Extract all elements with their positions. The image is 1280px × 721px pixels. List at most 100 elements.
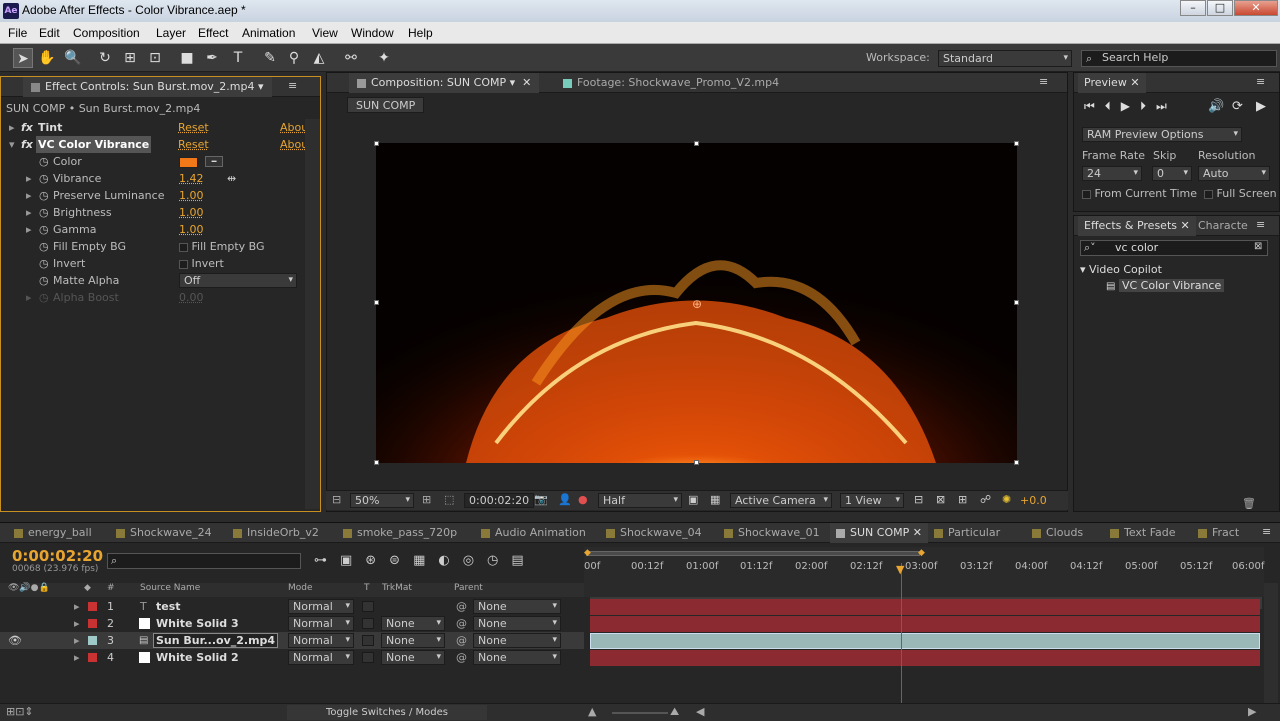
clone-stamp-tool-icon[interactable]: ⚲ [284, 48, 304, 68]
stopwatch-icon[interactable]: ◷ [39, 187, 49, 204]
invert-checkbox[interactable] [179, 259, 188, 269]
render-icon[interactable]: ⊠ [936, 493, 945, 506]
audio-icon[interactable]: 🔊 [1208, 99, 1224, 114]
fx-icon[interactable]: fx [21, 119, 33, 136]
toggle-pixel-icon[interactable]: ⊟ [914, 493, 923, 506]
layer-duration-bar[interactable] [590, 616, 1260, 632]
timeline-switch-icons[interactable]: ⊶▣⊛⊜▦◐◎◷▤ [314, 553, 537, 568]
matte-alpha-dropdown[interactable]: Off [179, 273, 297, 288]
effects-presets-tab[interactable]: Effects & Presets ✕ [1078, 216, 1196, 236]
transform-handle[interactable] [1014, 460, 1019, 465]
search-help-input[interactable]: Search Help [1081, 50, 1277, 67]
expand-icon[interactable]: ▸ [26, 204, 32, 221]
preserve-transparency-toggle[interactable] [362, 652, 374, 663]
resolution-dropdown[interactable]: Half [598, 493, 682, 508]
panel-menu-icon[interactable]: ≡ [1262, 525, 1271, 538]
comp-breadcrumb-button[interactable]: SUN COMP [347, 97, 425, 113]
channel-icon[interactable]: ● [578, 493, 588, 506]
exposure-icon[interactable]: ✺ [1002, 493, 1011, 506]
scroll-right-icon[interactable]: ▶ [1248, 705, 1256, 718]
clear-search-icon[interactable]: ⊠ [1254, 241, 1262, 252]
trkmat-dropdown[interactable]: None [381, 633, 445, 648]
zoom-in-icon[interactable]: ⛰ [670, 705, 679, 719]
puppet-tool-icon[interactable]: ✦ [374, 48, 394, 68]
timeline-icon[interactable]: ⊞ [958, 493, 967, 506]
pan-behind-tool-icon[interactable]: ⊡ [145, 48, 165, 68]
reset-link[interactable]: Reset [178, 119, 209, 136]
transform-handle[interactable] [1014, 300, 1019, 305]
roi-icon[interactable]: ⬚ [444, 493, 454, 506]
from-current-time-checkbox[interactable] [1082, 189, 1091, 199]
always-preview-icon[interactable]: ⊟ [332, 493, 341, 506]
timeline-current-time[interactable]: 0:00:02:20 [12, 547, 103, 565]
panel-menu-icon[interactable]: ≡ [288, 79, 297, 92]
stopwatch-icon[interactable]: ◷ [39, 272, 49, 289]
current-time-display[interactable]: 0:00:02:20 [464, 493, 535, 508]
preserve-transparency-toggle[interactable] [362, 601, 374, 612]
toggle-switches-modes-button[interactable]: Toggle Switches / Modes [287, 705, 487, 720]
col-source-name[interactable]: Source Name [140, 583, 200, 593]
scroll-left-icon[interactable]: ◀ [696, 705, 704, 718]
minimize-button[interactable]: – [1180, 0, 1206, 16]
frame-rate-dropdown[interactable]: 24 [1082, 166, 1142, 181]
menu-file[interactable]: File [8, 26, 27, 40]
expand-icon[interactable]: ▸ [26, 170, 32, 187]
eyedropper-icon[interactable]: ━ [205, 156, 223, 167]
fill-empty-bg-checkbox[interactable] [179, 242, 188, 252]
stopwatch-icon[interactable]: ◷ [39, 204, 49, 221]
timeline-tab[interactable]: smoke_pass_720p [343, 523, 457, 543]
tree-item-vc-color-vibrance[interactable]: ▤ VC Color Vibrance [1106, 279, 1225, 292]
timeline-tab[interactable]: Fract [1198, 523, 1239, 543]
expand-icon[interactable]: ▸ [74, 615, 80, 632]
timeline-tab[interactable]: Shockwave_01 [724, 523, 820, 543]
panel-menu-icon[interactable]: ≡ [1256, 218, 1265, 231]
label-color[interactable] [88, 619, 97, 628]
timeline-search-input[interactable] [107, 553, 301, 569]
parent-dropdown[interactable]: None [473, 650, 561, 665]
timeline-tab[interactable]: Clouds [1032, 523, 1083, 543]
zoom-out-icon[interactable]: ▲ [588, 705, 596, 718]
layer-row-selected[interactable]: 👁 ▸ 3 ▤ Sun Bur...ov_2.mp4 Normal None @… [0, 632, 584, 649]
composition-tab[interactable]: Composition: SUN COMP ▾ ✕ [349, 73, 540, 93]
timeline-tab[interactable]: Text Fade [1110, 523, 1176, 543]
parent-dropdown[interactable]: None [473, 616, 561, 631]
ram-preview-icon[interactable]: ▶ [1256, 99, 1266, 114]
stopwatch-icon[interactable]: ◷ [39, 221, 49, 238]
gamma-value[interactable]: 1.00 [179, 221, 204, 238]
collapse-icon[interactable]: ▾ [9, 136, 15, 153]
fast-preview-icon[interactable]: ▣ [688, 493, 698, 506]
layer-row[interactable]: ▸ 1 T test Normal @ None [0, 598, 584, 615]
layer-duration-bar[interactable] [590, 599, 1260, 615]
alpha-boost-value[interactable]: 0.00 [179, 289, 204, 306]
rectangle-tool-icon[interactable]: ■ [177, 48, 197, 68]
show-snapshot-icon[interactable]: 👤 [558, 493, 572, 506]
time-ruler[interactable]: ◆ ◆ 00f 00:12f 01:00f 01:12f 02:00f 02:1… [584, 547, 1264, 597]
layer-mode-dropdown[interactable]: Normal [288, 633, 354, 648]
label-color[interactable] [88, 636, 97, 645]
camera-tool-icon[interactable]: ⊞ [120, 48, 140, 68]
expand-icon[interactable]: ▸ [26, 187, 32, 204]
timeline-scrollbar[interactable] [1264, 583, 1278, 703]
vibrance-value[interactable]: 1.42 [179, 170, 204, 187]
tree-group-video-copilot[interactable]: ▾ Video Copilot [1080, 263, 1162, 276]
snapshot-icon[interactable]: 📷 [534, 493, 548, 506]
menu-effect[interactable]: Effect [198, 26, 228, 40]
expand-icon[interactable]: ▸ [26, 289, 32, 306]
loop-icon[interactable]: ⟳ [1232, 99, 1243, 114]
transparency-grid-icon[interactable]: ▦ [710, 493, 720, 506]
transform-handle[interactable] [694, 141, 699, 146]
selection-tool-icon[interactable]: ➤ [13, 48, 33, 68]
character-tab[interactable]: Characte [1192, 216, 1254, 236]
transform-handle[interactable] [374, 141, 379, 146]
timeline-tab-active[interactable]: SUN COMP ✕ [830, 523, 928, 543]
zoom-tool-icon[interactable]: 🔍 [63, 48, 83, 68]
layer-name[interactable]: White Solid 3 [156, 615, 239, 632]
layer-mode-dropdown[interactable]: Normal [288, 616, 354, 631]
parent-dropdown[interactable]: None [473, 599, 561, 614]
hand-tool-icon[interactable]: ✋ [37, 48, 57, 68]
menu-composition[interactable]: Composition [73, 26, 140, 40]
camera-dropdown[interactable]: Active Camera [730, 493, 832, 508]
effect-name-tint[interactable]: Tint [38, 119, 62, 136]
color-swatch[interactable] [179, 157, 198, 168]
label-color[interactable] [88, 653, 97, 662]
